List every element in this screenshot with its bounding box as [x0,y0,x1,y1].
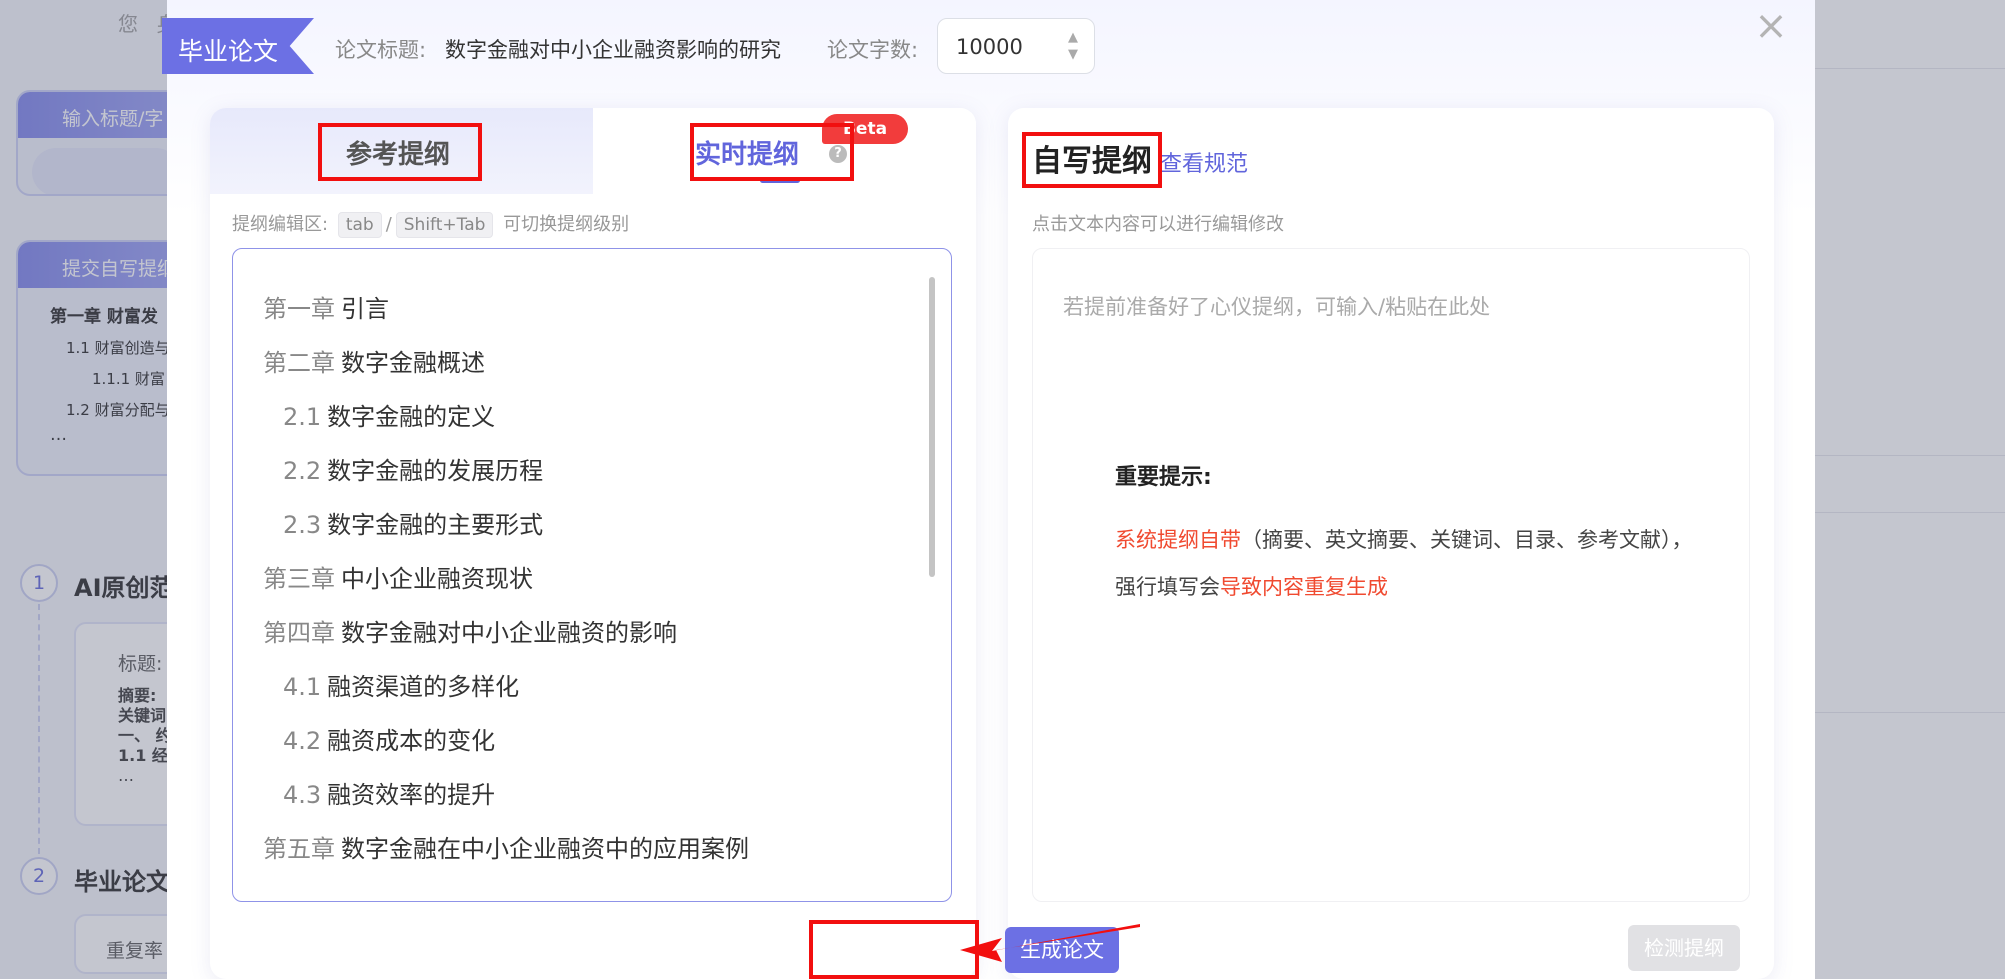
annotation-arrow [960,924,1140,962]
